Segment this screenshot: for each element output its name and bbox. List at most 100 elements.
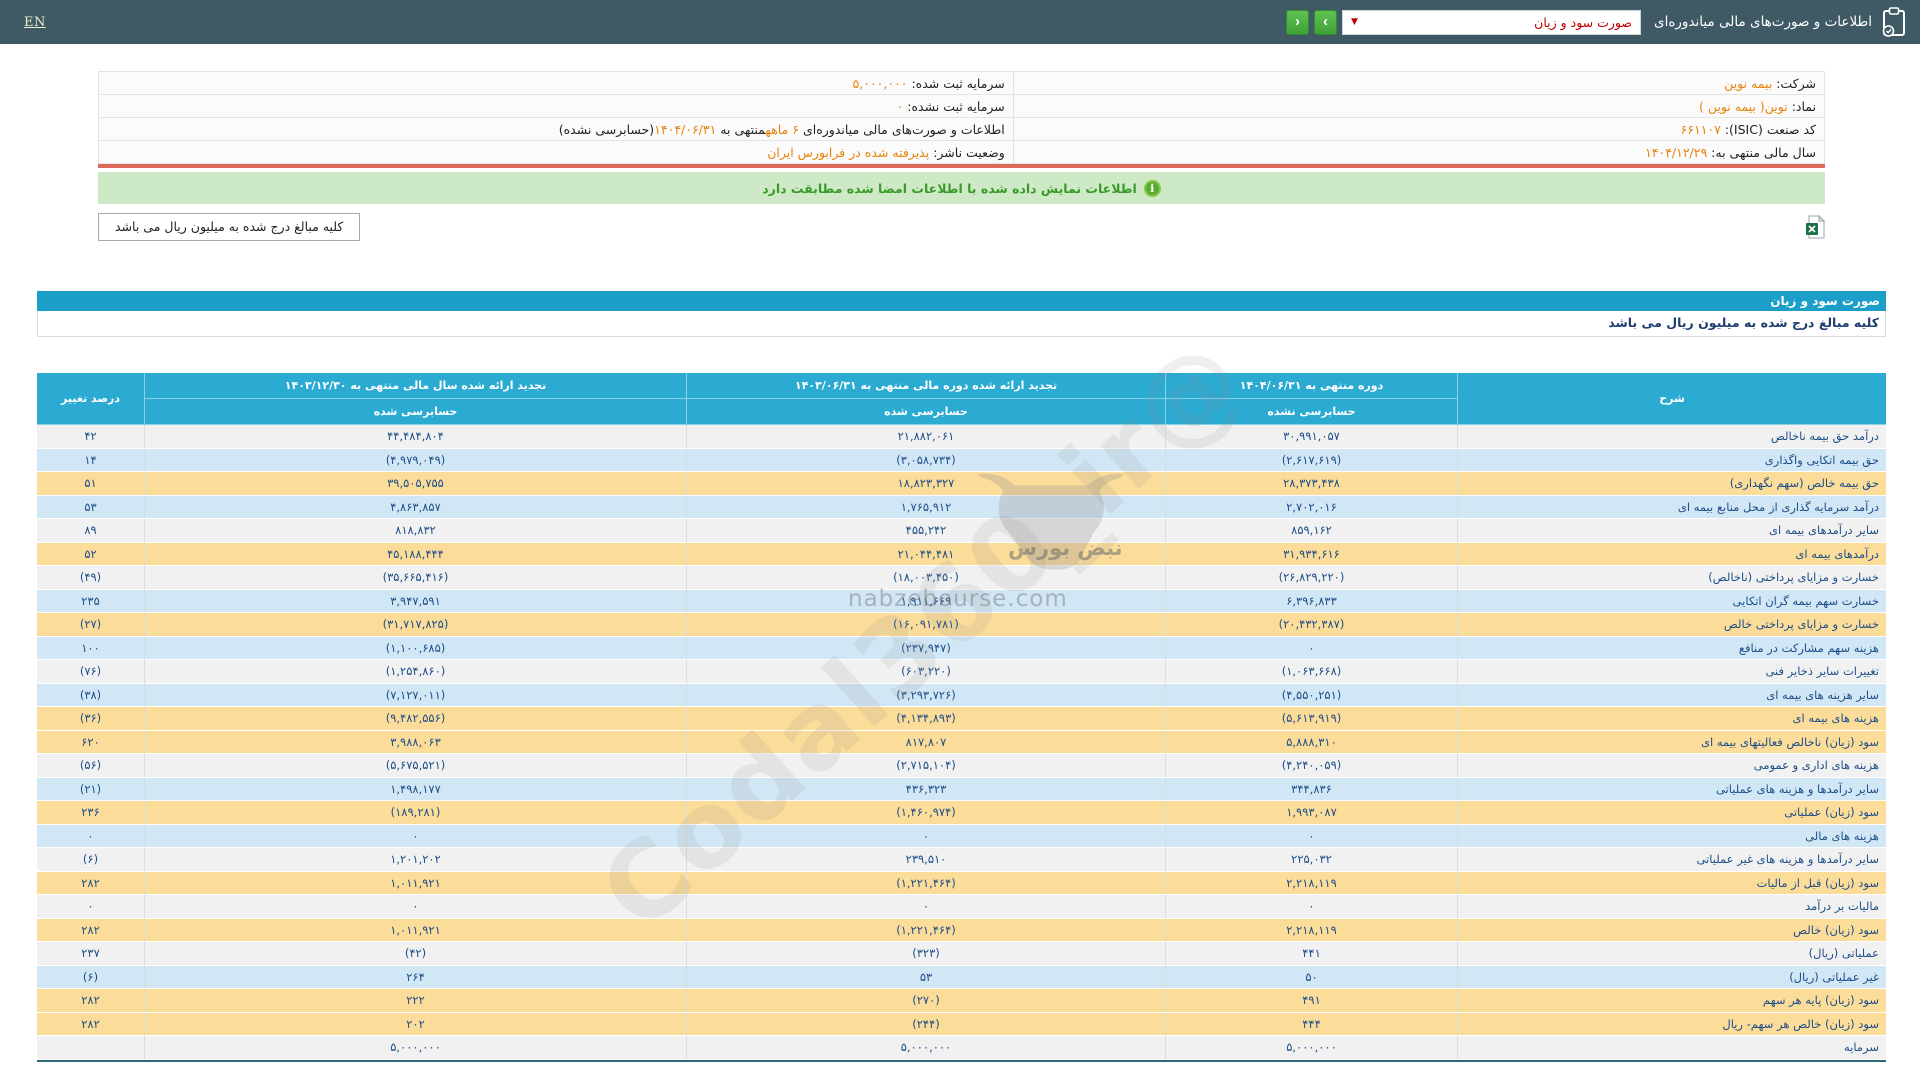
row-value-annual: ۲۲۲ xyxy=(144,989,686,1013)
row-value-current: ۴۹۱ xyxy=(1165,989,1457,1013)
next-statement-button[interactable]: › xyxy=(1314,9,1338,35)
row-value-current: ۳۰,۹۹۱,۰۵۷ xyxy=(1165,425,1457,449)
header-period-restated-midyear: تجدید ارائه شده دوره مالی منتهی به ۱۴۰۳/… xyxy=(686,373,1165,399)
row-label: مالیات بر درآمد xyxy=(1457,895,1886,919)
issuer-status-label: وضعیت ناشر: xyxy=(933,144,1005,160)
header-desc: شرح xyxy=(1457,373,1886,425)
row-value-annual: (۴,۹۷۹,۰۴۹) xyxy=(144,448,686,472)
header-audit-status-current: حسابرسی نشده xyxy=(1165,399,1457,425)
row-value-annual: (۷,۱۲۷,۰۱۱) xyxy=(144,683,686,707)
info-row-isic: کد صنعت (ISIC): ۶۶۱۱۰۷ اطلاعات و صورت‌ها… xyxy=(98,117,1826,141)
row-value-annual: (۴۲) xyxy=(144,942,686,966)
row-percent-change: ۲۸۲ xyxy=(37,871,144,895)
info-row-symbol: نماد: نوین( بیمه نوین ) سرمایه ثبت نشده:… xyxy=(98,94,1826,118)
row-value-annual: (۱۸۹,۲۸۱) xyxy=(144,801,686,825)
row-percent-change: ۵۳ xyxy=(37,495,144,519)
table-row: خسارت سهم بیمه گران اتکایی ۶,۳۹۶,۸۳۳ ۱,۹… xyxy=(37,589,1886,613)
language-toggle-en[interactable]: EN xyxy=(24,15,46,30)
table-row: درآمد سرمایه گذاری از محل منابع بیمه ای … xyxy=(37,495,1886,519)
row-value-current: ۵,۰۰۰,۰۰۰ xyxy=(1165,1036,1457,1060)
row-value-annual: ۴۴,۴۸۴,۸۰۴ xyxy=(144,425,686,449)
row-percent-change: (۲۱) xyxy=(37,777,144,801)
statement-type-dropdown[interactable]: صورت سود و زیان ▼ xyxy=(1342,9,1642,35)
statement-line-part1: اطلاعات و صورت‌های مالی میاندوره‌ای xyxy=(798,121,1005,137)
row-label: خسارت و مزایای پرداختی خالص xyxy=(1457,613,1886,637)
row-percent-change: ۰ xyxy=(37,895,144,919)
unit-note-text: کلیه مبالغ درج شده به میلیون ریال می باش… xyxy=(115,219,344,234)
table-row: سود (زیان) قبل از مالیات ۲,۲۱۸,۱۱۹ (۱,۲۲… xyxy=(37,871,1886,895)
table-row: هزینه های اداری و عمومی (۴,۲۴۰,۰۵۹) (۲,۷… xyxy=(37,754,1886,778)
row-label: سرمایه xyxy=(1457,1036,1886,1060)
row-value-midyear: (۲۷۰) xyxy=(686,989,1165,1013)
table-row: سود (زیان) عملیاتی ۱,۹۹۳,۰۸۷ (۱,۴۶۰,۹۷۴)… xyxy=(37,801,1886,825)
row-percent-change: ۰ xyxy=(37,824,144,848)
table-row: حق بیمه اتکایی واگذاری (۲,۶۱۷,۶۱۹) (۳,۰۵… xyxy=(37,448,1886,472)
row-value-annual: ۳,۹۴۷,۵۹۱ xyxy=(144,589,686,613)
row-value-current: ۴۴۱ xyxy=(1165,942,1457,966)
header-period-restated-annual: تجدید ارائه شده سال مالی منتهی به ۱۴۰۳/۱… xyxy=(144,373,686,399)
unit-note-button[interactable]: کلیه مبالغ درج شده به میلیون ریال می باش… xyxy=(98,212,361,241)
row-value-midyear: (۶۰۳,۲۲۰) xyxy=(686,660,1165,684)
row-value-midyear: (۲۳۷,۹۴۷) xyxy=(686,636,1165,660)
row-value-annual: ۴۵,۱۸۸,۴۴۴ xyxy=(144,542,686,566)
table-row: سایر درآمدها و هزینه های غیر عملیاتی ۲۲۵… xyxy=(37,848,1886,872)
row-label: سایر هزینه های بیمه ای xyxy=(1457,683,1886,707)
row-label: هزینه سهم مشارکت در منافع xyxy=(1457,636,1886,660)
row-value-midyear: (۳,۲۹۳,۷۲۶) xyxy=(686,683,1165,707)
row-value-current: (۵,۶۱۳,۹۱۹) xyxy=(1165,707,1457,731)
row-value-annual: ۲۶۴ xyxy=(144,965,686,989)
row-value-current: ۲۸,۳۷۳,۴۳۸ xyxy=(1165,472,1457,496)
info-row-company: شرکت: بیمه نوین سرمایه ثبت شده: ۵,۰۰۰,۰۰… xyxy=(98,71,1826,95)
registered-capital-value: ۵,۰۰۰,۰۰۰ xyxy=(852,75,908,91)
issuer-status-value: پذیرفته شده در فرابورس ایران xyxy=(767,144,930,160)
row-value-midyear: ۸۱۷,۸۰۷ xyxy=(686,730,1165,754)
row-percent-change: ۵۱ xyxy=(37,472,144,496)
row-value-midyear: (۱۶,۰۹۱,۷۸۱) xyxy=(686,613,1165,637)
row-label: سود (زیان) عملیاتی xyxy=(1457,801,1886,825)
company-label: شرکت: xyxy=(1776,75,1816,91)
row-value-annual: ۴,۸۶۳,۸۵۷ xyxy=(144,495,686,519)
table-row: تغییرات سایر ذخایر فنی (۱,۰۶۳,۶۶۸) (۶۰۳,… xyxy=(37,660,1886,684)
table-header: شرح دوره منتهی به ۱۴۰۴/۰۶/۳۱ تجدید ارائه… xyxy=(37,373,1886,425)
row-value-current: ۴۴۴ xyxy=(1165,1012,1457,1036)
table-row: مالیات بر درآمد ۰ ۰ ۰ ۰ xyxy=(37,895,1886,919)
row-percent-change: ۱۴ xyxy=(37,448,144,472)
row-value-annual: ۰ xyxy=(144,824,686,848)
row-value-midyear: ۴۳۶,۳۲۳ xyxy=(686,777,1165,801)
row-label: خسارت و مزایای پرداختی (ناخالص) xyxy=(1457,566,1886,590)
signature-match-text: اطلاعات نمایش داده شده با اطلاعات امضا ش… xyxy=(762,180,1137,196)
row-value-annual: (۹,۴۸۲,۵۵۶) xyxy=(144,707,686,731)
row-value-midyear: ۵,۰۰۰,۰۰۰ xyxy=(686,1036,1165,1060)
table-row: هزینه های مالی ۰ ۰ ۰ ۰ xyxy=(37,824,1886,848)
table-row: خسارت و مزایای پرداختی خالص (۲۰,۴۳۲,۳۸۷)… xyxy=(37,613,1886,637)
table-row: هزینه های بیمه ای (۵,۶۱۳,۹۱۹) (۴,۱۳۴,۸۹۳… xyxy=(37,707,1886,731)
row-label: سایر درآمدها و هزینه های غیر عملیاتی xyxy=(1457,848,1886,872)
income-statement-table: شرح دوره منتهی به ۱۴۰۴/۰۶/۳۱ تجدید ارائه… xyxy=(37,373,1886,1062)
row-value-annual: ۵,۰۰۰,۰۰۰ xyxy=(144,1036,686,1060)
row-value-midyear: ۲۳۹,۵۱۰ xyxy=(686,848,1165,872)
row-value-midyear: (۲,۷۱۵,۱۰۴) xyxy=(686,754,1165,778)
row-value-midyear: ۱,۹۱۱,۶۶۹ xyxy=(686,589,1165,613)
row-value-annual: ۱,۲۰۱,۲۰۲ xyxy=(144,848,686,872)
row-value-current: (۲۶,۸۲۹,۲۲۰) xyxy=(1165,566,1457,590)
table-row: درآمدهای بیمه ای ۳۱,۹۳۴,۶۱۶ ۲۱,۰۴۴,۴۸۱ ۴… xyxy=(37,542,1886,566)
unit-note-row: کلیه مبالغ درج شده به میلیون ریال می باش… xyxy=(98,212,1825,241)
row-value-current: ۲,۲۱۸,۱۱۹ xyxy=(1165,871,1457,895)
row-percent-change: (۷۶) xyxy=(37,660,144,684)
registered-capital-label: سرمایه ثبت شده: xyxy=(911,75,1005,91)
unregistered-capital-label: سرمایه ثبت نشده: xyxy=(907,98,1005,114)
isic-label: کد صنعت (ISIC): xyxy=(1724,121,1816,137)
row-value-midyear: ۵۳ xyxy=(686,965,1165,989)
table-row: غیر عملیاتی (ریال) ۵۰ ۵۳ ۲۶۴ (۶) xyxy=(37,965,1886,989)
income-table-body: درآمد حق بیمه ناخالص ۳۰,۹۹۱,۰۵۷ ۲۱,۸۸۲,۰… xyxy=(37,425,1886,1060)
row-percent-change: ۲۸۲ xyxy=(37,918,144,942)
header-period-current: دوره منتهی به ۱۴۰۴/۰۶/۳۱ xyxy=(1165,373,1457,399)
unregistered-capital-value: ۰ xyxy=(896,98,904,114)
row-label: سود (زیان) خالص xyxy=(1457,918,1886,942)
excel-export-icon[interactable] xyxy=(1805,214,1825,239)
chevron-down-icon: ▼ xyxy=(1351,17,1358,27)
row-value-annual: (۳۱,۷۱۷,۸۲۵) xyxy=(144,613,686,637)
row-percent-change: ۸۹ xyxy=(37,519,144,543)
row-value-annual: (۳۵,۶۶۵,۴۱۶) xyxy=(144,566,686,590)
previous-statement-button[interactable]: ‹ xyxy=(1286,9,1310,35)
